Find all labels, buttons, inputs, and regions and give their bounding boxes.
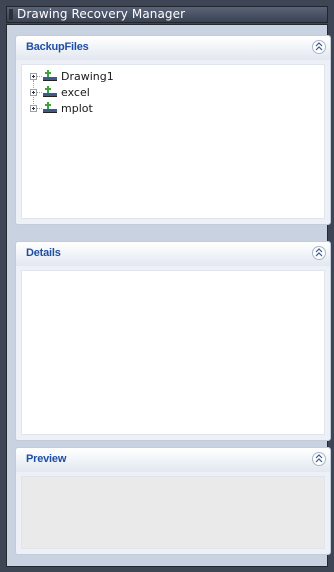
network-drawing-icon [43, 86, 57, 97]
details-section: Details [15, 241, 331, 441]
preview-area [21, 476, 325, 549]
expand-icon[interactable] [30, 73, 37, 80]
backup-files-header[interactable]: BackupFiles [16, 36, 330, 60]
details-content [21, 270, 325, 435]
details-header[interactable]: Details [16, 242, 330, 266]
tree-node-label: mplot [61, 102, 93, 115]
palette-panel: BackupFiles Drawing1 excel mplot Details… [6, 24, 331, 567]
preview-section: Preview [15, 447, 331, 555]
tree-node-label: excel [61, 86, 90, 99]
network-drawing-icon [43, 70, 57, 81]
title-grip[interactable] [9, 9, 13, 20]
collapse-backup-files-button[interactable] [312, 40, 326, 54]
window-title: Drawing Recovery Manager [17, 7, 186, 21]
preview-header[interactable]: Preview [16, 448, 330, 472]
preview-label: Preview [26, 453, 67, 465]
title-bar[interactable]: Drawing Recovery Manager [6, 6, 328, 23]
expand-icon[interactable] [30, 105, 37, 112]
expand-icon[interactable] [30, 89, 37, 96]
details-label: Details [26, 247, 61, 259]
chevron-up-double-icon [315, 42, 323, 51]
network-drawing-icon [43, 102, 57, 113]
chevron-up-double-icon [315, 248, 323, 257]
collapse-preview-button[interactable] [312, 452, 326, 466]
collapse-details-button[interactable] [312, 246, 326, 260]
backup-files-tree-area[interactable]: Drawing1 excel mplot [21, 64, 325, 219]
backup-files-label: BackupFiles [26, 41, 89, 53]
drawing-recovery-manager-window: Drawing Recovery Manager BackupFiles Dra… [0, 0, 334, 572]
chevron-up-double-icon [315, 454, 323, 463]
backup-files-section: BackupFiles Drawing1 excel mplot [15, 35, 331, 225]
tree-node-label: Drawing1 [61, 70, 114, 83]
